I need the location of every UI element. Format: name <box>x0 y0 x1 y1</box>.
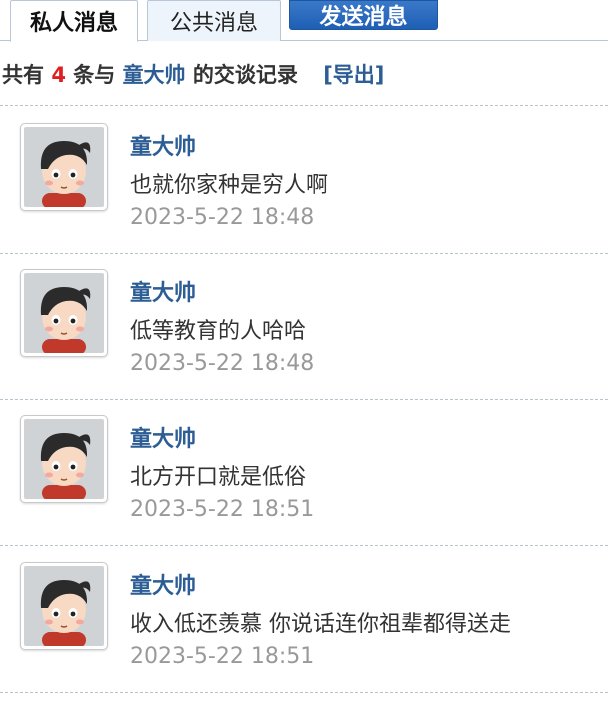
message-text: 北方开口就是低俗 <box>130 465 307 490</box>
message-sender-link[interactable]: 童大帅 <box>130 421 196 453</box>
avatar[interactable] <box>20 123 108 211</box>
message-item: 童大帅 低等教育的人哈哈 2023-5-22 18:48 <box>0 269 608 415</box>
message-count: 4 <box>51 63 66 87</box>
message-sender-link[interactable]: 童大帅 <box>130 275 196 307</box>
summary-prefix: 共有 <box>2 63 44 87</box>
divider <box>0 399 608 400</box>
divider <box>0 692 608 693</box>
message-text: 收入低还羡慕 你说话连你祖辈都得送走 <box>130 612 511 637</box>
conversation-summary: 共有 4 条与 童大帅 的交谈记录 [导出] <box>2 59 384 89</box>
avatar[interactable] <box>20 415 108 503</box>
message-item: 童大帅 收入低还羡慕 你说话连你祖辈都得送走 2023-5-22 18:51 <box>0 562 608 702</box>
tab-private-messages[interactable]: 私人消息 <box>10 0 138 42</box>
cartoon-boy-avatar-icon <box>24 127 104 207</box>
message-time: 2023-5-22 18:51 <box>130 644 315 669</box>
message-sender-link[interactable]: 童大帅 <box>130 568 196 600</box>
message-time: 2023-5-22 18:51 <box>130 497 315 522</box>
tab-bar: 私人消息 公共消息 发送消息 <box>0 0 608 42</box>
cartoon-boy-avatar-icon <box>24 566 104 646</box>
avatar[interactable] <box>20 562 108 650</box>
contact-name-link[interactable]: 童大帅 <box>123 63 186 87</box>
message-item: 童大帅 也就你家种是穷人啊 2023-5-22 18:48 <box>0 123 608 269</box>
export-link[interactable]: [导出] <box>323 63 384 87</box>
message-text: 也就你家种是穷人啊 <box>130 173 329 198</box>
message-time: 2023-5-22 18:48 <box>130 205 315 230</box>
cartoon-boy-avatar-icon <box>24 273 104 353</box>
divider <box>0 105 608 106</box>
send-message-button[interactable]: 发送消息 <box>289 0 438 30</box>
avatar[interactable] <box>20 269 108 357</box>
divider <box>0 253 608 254</box>
message-sender-link[interactable]: 童大帅 <box>130 129 196 161</box>
message-item: 童大帅 北方开口就是低俗 2023-5-22 18:51 <box>0 415 608 561</box>
tab-public-messages[interactable]: 公共消息 <box>147 0 281 41</box>
message-time: 2023-5-22 18:48 <box>130 351 315 376</box>
cartoon-boy-avatar-icon <box>24 419 104 499</box>
divider <box>0 545 608 546</box>
message-text: 低等教育的人哈哈 <box>130 319 307 344</box>
summary-middle: 条与 <box>73 63 116 87</box>
summary-suffix: 的交谈记录 <box>192 63 298 87</box>
